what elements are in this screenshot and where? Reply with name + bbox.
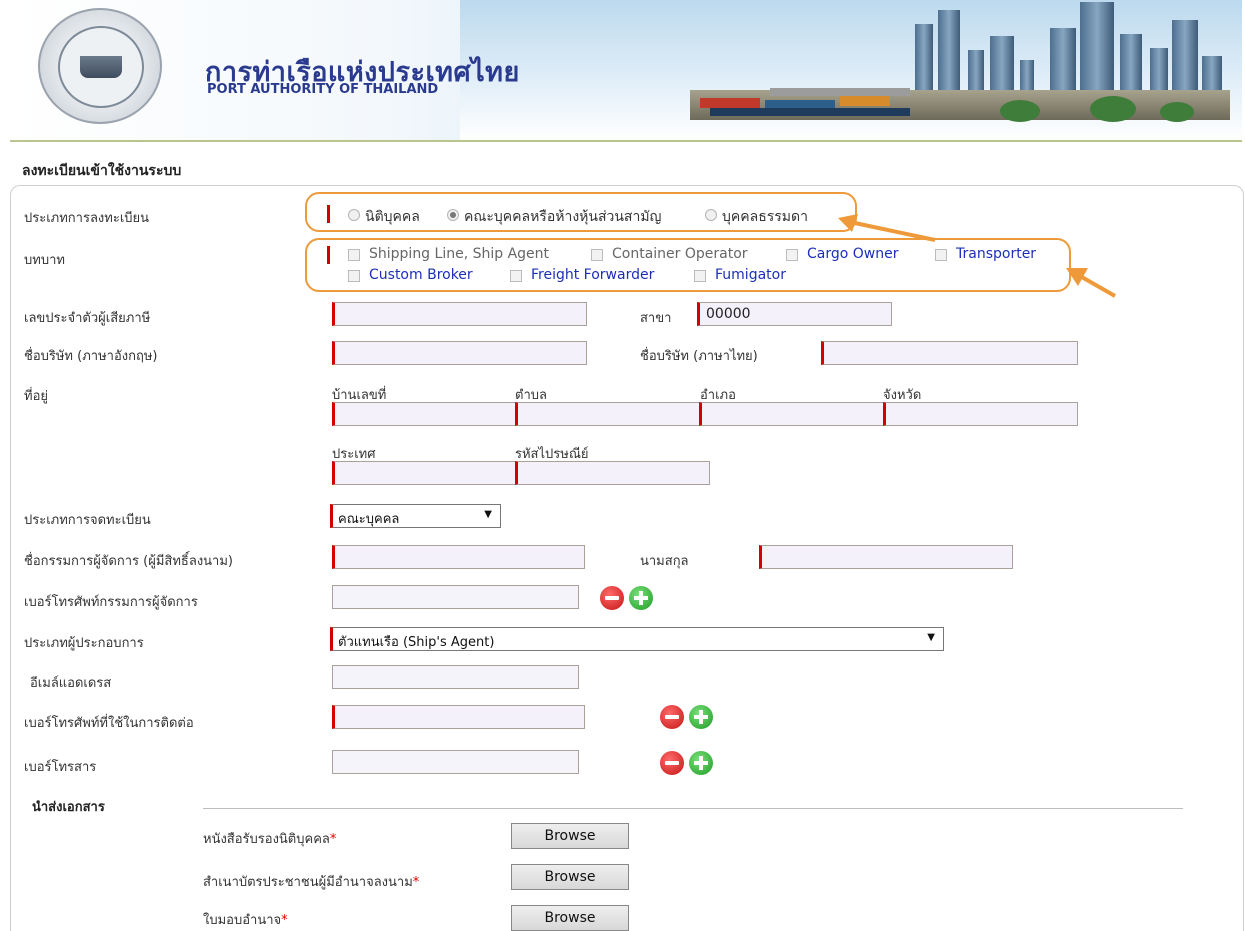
director-phone-label: เบอร์โทรศัพท์กรรมการผู้จัดการ xyxy=(24,595,198,610)
address-label: ที่อยู่ xyxy=(24,389,48,404)
branch-label: สาขา xyxy=(640,311,672,326)
subdistrict-input[interactable] xyxy=(515,402,700,426)
email-input[interactable] xyxy=(332,665,579,689)
remove-fax-button[interactable] xyxy=(660,751,684,775)
company-name-th-input[interactable] xyxy=(821,341,1078,365)
callout-oval-registration-type xyxy=(305,192,857,232)
dropdown-arrow-icon: ▼ xyxy=(927,632,935,643)
contact-phone-input[interactable] xyxy=(332,705,585,729)
add-fax-button[interactable] xyxy=(689,751,713,775)
port-authority-seal-logo xyxy=(38,8,162,124)
remove-director-phone-button[interactable] xyxy=(600,586,624,610)
fax-input[interactable] xyxy=(332,750,579,774)
registration-kind-label: ประเภทการจดทะเบียน xyxy=(24,513,151,528)
callout-oval-role xyxy=(305,238,1071,292)
company-name-en-label: ชื่อบริษัท (ภาษาอังกฤษ) xyxy=(24,349,158,364)
director-phone-input[interactable] xyxy=(332,585,579,609)
dropdown-arrow-icon: ▼ xyxy=(484,509,492,520)
branch-input[interactable]: 00000 xyxy=(697,302,892,326)
browse-button-power-of-attorney[interactable]: Browse xyxy=(511,905,629,931)
role-label: บทบาท xyxy=(24,253,65,268)
province-input[interactable] xyxy=(883,402,1078,426)
add-contact-phone-button[interactable] xyxy=(689,705,713,729)
fax-label: เบอร์โทรสาร xyxy=(24,760,97,775)
tax-id-input[interactable] xyxy=(332,302,587,326)
company-name-en-input[interactable] xyxy=(332,341,587,365)
registration-type-label: ประเภทการลงทะเบียน xyxy=(24,211,150,226)
document-label-juristic-certificate: หนังสือรับรองนิติบุคคล* xyxy=(203,832,337,847)
browse-button-signatory-id-copy[interactable]: Browse xyxy=(511,864,629,890)
contact-phone-label: เบอร์โทรศัพท์ที่ใช้ในการติดต่อ xyxy=(24,716,194,731)
header-banner xyxy=(10,0,1242,142)
documents-divider xyxy=(203,808,1183,809)
document-label-power-of-attorney: ใบมอบอำนาจ* xyxy=(203,913,288,928)
document-label-signatory-id-copy: สำเนาบัตรประชาชนผู้มีอำนาจลงนาม* xyxy=(203,875,420,890)
house-no-input[interactable] xyxy=(332,402,516,426)
company-name-th-label: ชื่อบริษัท (ภาษาไทย) xyxy=(640,349,758,364)
documents-heading: นำส่งเอกสาร xyxy=(32,800,105,815)
operator-type-label: ประเภทผู้ประกอบการ xyxy=(24,636,144,651)
page-title: ลงทะเบียนเข้าใช้งานระบบ xyxy=(22,163,182,179)
registration-kind-select[interactable]: คณะบุคคล ▼ xyxy=(330,504,501,528)
director-name-label: ชื่อกรรมการผู้จัดการ (ผู้มีสิทธิ์ลงนาม) xyxy=(24,554,233,569)
operator-type-select[interactable]: ตัวแทนเรือ (Ship's Agent) ▼ xyxy=(330,627,944,651)
header-title-english: PORT AUTHORITY OF THAILAND xyxy=(207,82,439,97)
country-input[interactable] xyxy=(332,461,516,485)
surname-label: นามสกุล xyxy=(640,554,689,569)
add-director-phone-button[interactable] xyxy=(629,586,653,610)
tax-id-label: เลขประจำตัวผู้เสียภาษี xyxy=(24,311,151,326)
district-input[interactable] xyxy=(699,402,884,426)
director-name-input[interactable] xyxy=(332,545,585,569)
browse-button-juristic-certificate[interactable]: Browse xyxy=(511,823,629,849)
callout-arrow-role xyxy=(1066,268,1116,298)
postal-code-input[interactable] xyxy=(515,461,710,485)
remove-contact-phone-button[interactable] xyxy=(660,705,684,729)
surname-input[interactable] xyxy=(759,545,1013,569)
email-label: อีเมล์แอดเดรส xyxy=(30,676,112,691)
